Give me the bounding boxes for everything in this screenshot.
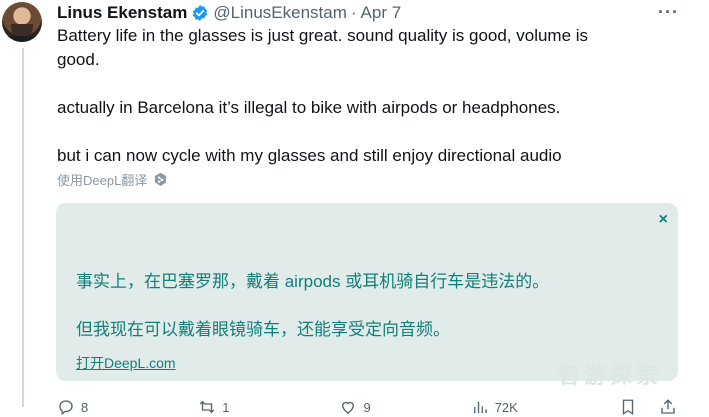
open-deepl-link[interactable]: 打开DeepL.com [76,353,176,373]
reply-button[interactable]: 8 [57,398,88,416]
author-name[interactable]: Linus Ekenstam [57,3,187,23]
retweet-button[interactable]: 1 [198,398,229,416]
reply-icon [59,400,73,416]
heart-icon [342,401,355,414]
translate-with-deepl[interactable]: 使用DeepL翻译 [57,170,168,189]
deepl-icon [155,172,167,186]
close-icon[interactable]: × [659,211,668,229]
author-handle[interactable]: @LinusEkenstam [213,3,347,23]
like-count: 9 [363,399,371,415]
retweet-icon [200,400,215,414]
more-options-icon[interactable]: ··· [658,2,679,23]
tweet-actions: 8 1 9 72K [57,397,677,417]
views-icon [473,401,487,413]
share-icon [661,399,675,414]
tweet-header: Linus Ekenstam @LinusEkenstam · Apr 7 [57,2,401,24]
views-count: 72K [494,399,518,415]
tweet-line-4: but i can now cycle with my glasses and … [57,146,562,165]
tweet-line-3: actually in Barcelona it’s illegal to bi… [57,98,561,117]
like-button[interactable]: 9 [339,398,371,416]
watermark: 智游探索 [558,363,663,388]
share-button[interactable] [659,398,677,416]
header-separator: · [350,3,357,22]
translation-line-2: 但我现在可以戴着眼镜骑车，还能享受定向音频。 [76,320,450,339]
tweet-line-2: good. [57,50,100,69]
bookmark-icon [622,399,634,416]
avatar-shirt [2,36,42,42]
translation-line-1: 事实上，在巴塞罗那，戴着 airpods 或耳机骑自行车是违法的。 [76,272,550,291]
bookmark-button[interactable] [619,398,637,416]
tweet-text: Battery life in the glasses is just grea… [57,24,667,168]
translate-label[interactable]: 使用DeepL翻译 [57,170,147,189]
reply-count: 8 [81,399,89,415]
thread-line [22,48,24,407]
tweet-date[interactable]: Apr 7 [361,3,402,23]
verified-badge-icon [193,5,208,21]
views-button[interactable]: 72K [471,398,518,416]
translation-panel: × 事实上，在巴塞罗那，戴着 airpods 或耳机骑自行车是违法的。 但我现在… [56,203,678,381]
retweet-count: 1 [222,399,230,415]
avatar[interactable] [2,2,42,42]
tweet-line-1: Battery life in the glasses is just grea… [57,26,589,45]
